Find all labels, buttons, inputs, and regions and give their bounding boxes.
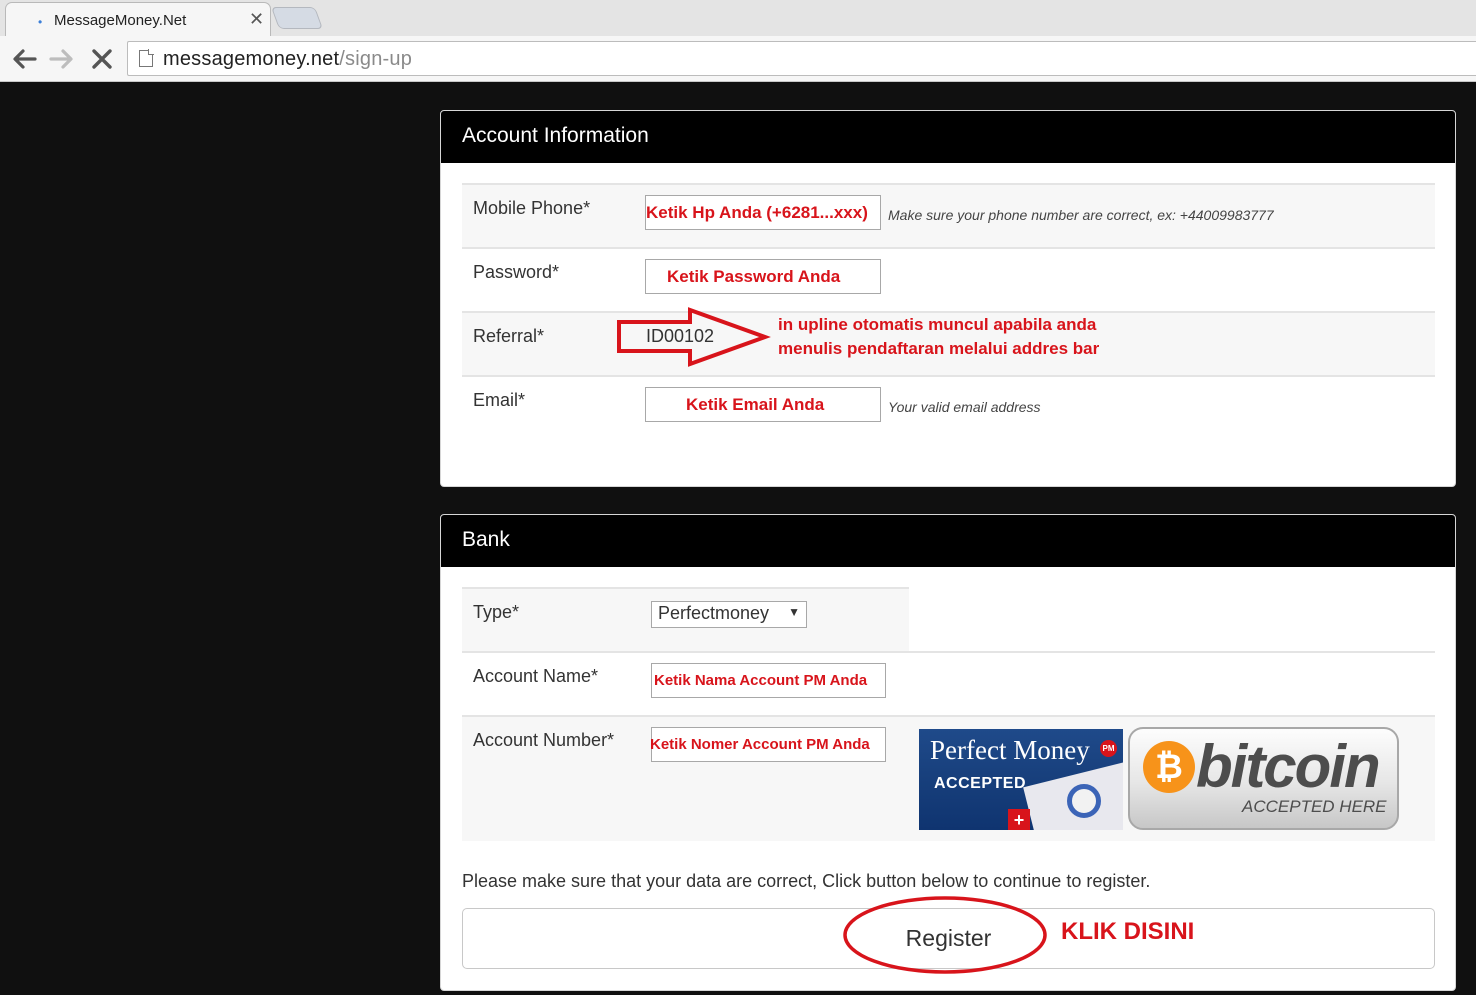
new-tab-button[interactable] <box>270 7 324 29</box>
confirm-instruction: Please make sure that your data are corr… <box>462 871 1151 891</box>
dropdown-arrow-icon: ▼ <box>788 605 800 619</box>
email-help-text: Your valid email address <box>888 399 1041 415</box>
mobile-help-text: Make sure your phone number are correct,… <box>888 207 1274 223</box>
referral-note-line2: menulis pendaftaran melalui addres bar <box>778 339 1100 358</box>
referral-label: Referral* <box>473 326 545 346</box>
account-number-input[interactable]: Ketik Nomer Account PM Anda <box>650 727 886 762</box>
bank-type-select[interactable]: Perfectmoney ▼ <box>651 601 807 628</box>
tab-close-icon[interactable]: ✕ <box>249 9 264 30</box>
page-icon <box>139 49 154 67</box>
form-row-password: Password* Ketik Password Anda <box>462 247 1435 311</box>
panel-title: Account Information <box>441 111 1455 163</box>
back-arrow-icon[interactable] <box>9 44 39 74</box>
browser-tab[interactable]: • MessageMoney.Net ✕ <box>5 2 271 36</box>
forward-arrow-icon[interactable] <box>47 44 77 74</box>
tab-title: MessageMoney.Net <box>54 12 187 29</box>
bitcoin-logo: ₿ bitcoin ACCEPTED HERE <box>1128 727 1399 830</box>
panel-title: Bank <box>441 515 1455 567</box>
register-note: KLIK DISINI <box>1061 918 1195 945</box>
account-information-panel: Account Information Mobile Phone* Ketik … <box>440 110 1456 487</box>
browser-toolbar: messagemoney.net/sign-up <box>0 36 1476 82</box>
email-input[interactable]: Ketik Email Anda <box>645 387 881 422</box>
password-input[interactable]: Ketik Password Anda <box>645 259 881 294</box>
form-row-account-name: Account Name* Ketik Nama Account PM Anda <box>462 651 1435 715</box>
email-label: Email* <box>473 390 526 410</box>
loading-dot-icon: • <box>38 15 43 29</box>
account-name-input[interactable]: Ketik Nama Account PM Anda <box>651 663 886 698</box>
bank-panel: Bank Type* Perfectmoney ▼ Account Name* … <box>440 514 1456 991</box>
register-button[interactable]: Register <box>462 908 1435 969</box>
account-number-label: Account Number* <box>473 730 615 750</box>
referral-note-line1: in upline otomatis muncul apabila anda <box>778 315 1097 334</box>
referral-value: ID00102 <box>646 326 715 346</box>
account-name-label: Account Name* <box>473 666 599 686</box>
form-row-type: Type* Perfectmoney ▼ <box>462 587 909 651</box>
mobile-phone-input[interactable]: Ketik Hp Anda (+6281...xxx) <box>645 195 881 230</box>
url-text[interactable]: messagemoney.net/sign-up <box>163 48 412 71</box>
address-bar[interactable]: messagemoney.net/sign-up <box>127 41 1476 76</box>
form-row-account-number: Account Number* Ketik Nomer Account PM A… <box>462 715 1435 841</box>
password-label: Password* <box>473 262 560 282</box>
perfect-money-logo: Perfect Money PM ACCEPTED + <box>919 729 1123 830</box>
type-label: Type* <box>473 602 520 622</box>
form-row-email: Email* Ketik Email Anda Your valid email… <box>462 375 1435 439</box>
bitcoin-icon: ₿ <box>1143 741 1195 793</box>
stop-loading-icon[interactable] <box>87 44 117 74</box>
form-row-mobile: Mobile Phone* Ketik Hp Anda (+6281...xxx… <box>462 183 1435 247</box>
tab-strip: • MessageMoney.Net ✕ <box>0 0 1476 36</box>
mobile-label: Mobile Phone* <box>473 198 591 218</box>
